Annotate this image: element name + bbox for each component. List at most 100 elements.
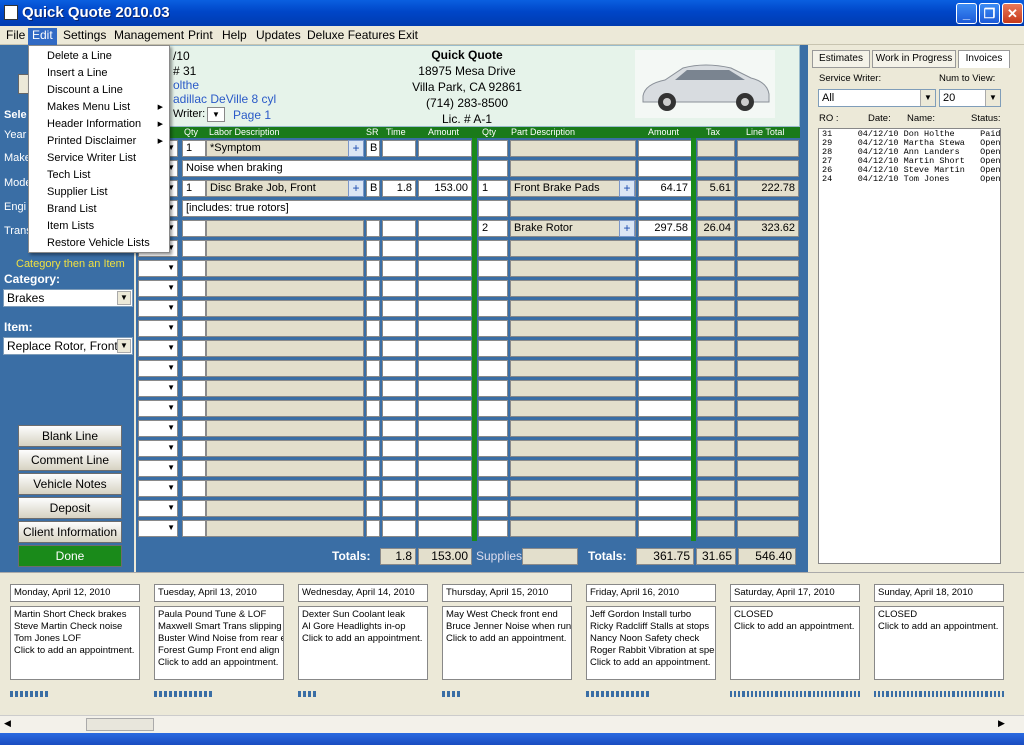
line-type-dropdown[interactable] [138,440,178,457]
grid-cell-time[interactable] [382,320,416,337]
grid-cell-qty[interactable] [182,480,206,497]
tab-invoices[interactable]: Invoices [958,50,1010,68]
grid-cell-pamount[interactable] [638,420,692,437]
edit-menu-item[interactable]: Restore Vehicle Lists [29,235,169,252]
invoice-row[interactable]: 24 04/12/10 Tom Jones Open [819,175,1001,184]
grid-cell-qty[interactable] [182,380,206,397]
grid-cell-total[interactable] [737,160,799,177]
grid-cell-pamount[interactable] [638,480,692,497]
grid-cell-part[interactable] [510,260,636,277]
edit-menu-item[interactable]: Delete a Line [29,48,169,65]
grid-cell-sr[interactable]: B [366,180,380,197]
grid-cell-labor[interactable] [206,500,364,517]
grid-cell-amount[interactable] [418,300,472,317]
grid-cell-pamount[interactable] [638,240,692,257]
grid-cell-part[interactable] [510,160,636,177]
edit-menu-item[interactable]: Service Writer List [29,150,169,167]
appointment-item[interactable]: Martin Short Check brakes [14,609,136,621]
scroll-right-icon[interactable]: ▶ [998,718,1005,729]
grid-cell-tax[interactable]: 5.61 [697,180,735,197]
grid-cell-time[interactable] [382,380,416,397]
edit-menu-item[interactable]: Header Information [29,116,169,133]
grid-cell-labor[interactable] [206,240,364,257]
grid-cell-tax[interactable] [697,360,735,377]
minimize-button[interactable]: _ [956,3,977,24]
grid-cell-part[interactable]: Front Brake Pads [510,180,636,197]
grid-cell-pamount[interactable] [638,380,692,397]
grid-cell-qty[interactable] [182,320,206,337]
grid-cell-total[interactable] [737,440,799,457]
grid-cell-part[interactable] [510,140,636,157]
appointment-item[interactable]: Buster Wind Noise from rear er [158,633,283,645]
grid-cell-amount[interactable] [418,460,472,477]
grid-cell-pqty[interactable] [478,300,508,317]
grid-cell-sr[interactable] [366,340,380,357]
grid-cell-tax[interactable] [697,420,735,437]
grid-cell-qty[interactable] [182,500,206,517]
grid-cell-qty[interactable] [182,260,206,277]
grid-cell-qty[interactable]: 1 [182,180,206,197]
grid-cell-pamount[interactable] [638,140,692,157]
grid-cell-total[interactable] [737,380,799,397]
grid-cell-pamount[interactable] [638,160,692,177]
grid-cell-pamount[interactable] [638,260,692,277]
maximize-button[interactable]: ❐ [979,3,1000,24]
grid-cell-part[interactable] [510,360,636,377]
day-appointments[interactable]: CLOSED Click to add an appointment. [730,606,860,680]
grid-cell-amount[interactable] [418,440,472,457]
grid-cell-total[interactable] [737,280,799,297]
grid-cell-tax[interactable]: 26.04 [697,220,735,237]
grid-cell-tax[interactable] [697,480,735,497]
grid-cell-qty[interactable] [182,280,206,297]
done-button[interactable]: Done [18,545,122,567]
day-appointments[interactable]: CLOSED Click to add an appointment. [874,606,1004,680]
grid-cell-sr[interactable] [366,280,380,297]
line-type-dropdown[interactable] [138,340,178,357]
grid-cell-pqty[interactable] [478,340,508,357]
grid-cell-sr[interactable] [366,300,380,317]
add-labor-icon[interactable]: + [348,140,364,157]
grid-cell-total[interactable] [737,200,799,217]
line-type-dropdown[interactable] [138,380,178,397]
grid-cell-pqty[interactable] [478,280,508,297]
grid-cell-pamount[interactable]: 64.17 [638,180,692,197]
grid-cell-time[interactable] [382,240,416,257]
grid-cell-sr[interactable] [366,360,380,377]
grid-cell-total[interactable] [737,520,799,537]
edit-menu-item[interactable]: Printed Disclaimer [29,133,169,150]
appointment-item[interactable]: Click to add an appointment. [734,621,856,633]
grid-cell-labor[interactable] [206,260,364,277]
grid-cell-amount[interactable] [418,380,472,397]
appointment-item[interactable]: May West Check front end [446,609,568,621]
grid-cell-tax[interactable] [697,260,735,277]
line-type-dropdown[interactable] [138,500,178,517]
grid-cell-amount[interactable] [418,260,472,277]
grid-cell-pqty[interactable] [478,200,508,217]
grid-cell-part[interactable] [510,300,636,317]
grid-cell-part[interactable] [510,240,636,257]
grid-cell-time[interactable]: 1.8 [382,180,416,197]
grid-cell-labor[interactable] [206,380,364,397]
grid-cell-time[interactable] [382,260,416,277]
invoice-list[interactable]: 31 04/12/10 Don Holthe Paid 29 04/12/10 M… [818,128,1001,564]
day-appointments[interactable]: Dexter Sun Coolant leak Al Gore Headlight… [298,606,428,680]
grid-cell-part[interactable] [510,380,636,397]
comment-line[interactable]: Noise when braking [182,160,472,177]
grid-cell-labor[interactable] [206,340,364,357]
grid-cell-labor[interactable] [206,220,364,237]
grid-cell-qty[interactable] [182,400,206,417]
appointment-item[interactable]: CLOSED [734,609,856,621]
grid-cell-sr[interactable] [366,400,380,417]
edit-menu-item[interactable]: Brand List [29,201,169,218]
day-appointments[interactable]: May West Check front end Bruce Jenner Noi… [442,606,572,680]
edit-menu-item[interactable]: Makes Menu List [29,99,169,116]
grid-cell-part[interactable] [510,280,636,297]
service-writer-filter[interactable]: All ▼ [818,89,936,107]
grid-cell-pamount[interactable] [638,440,692,457]
grid-cell-sr[interactable]: B [366,140,380,157]
grid-cell-amount[interactable] [418,400,472,417]
comment-line[interactable]: [includes: true rotors] [182,200,472,217]
grid-cell-time[interactable] [382,280,416,297]
grid-cell-pqty[interactable] [478,500,508,517]
appointment-item[interactable]: Click to add an appointment. [302,633,424,645]
